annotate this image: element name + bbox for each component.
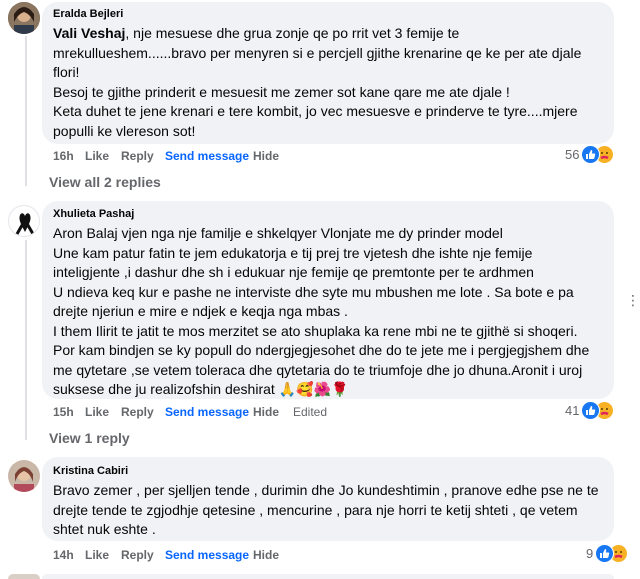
reaction-summary[interactable]: 56	[565, 145, 615, 164]
comment-timestamp[interactable]: 15h	[53, 405, 74, 419]
like-icon	[595, 544, 615, 563]
reaction-summary[interactable]: 9	[586, 544, 629, 563]
hide-button[interactable]: Hide	[253, 149, 279, 163]
reaction-count: 41	[565, 403, 580, 418]
comment-author[interactable]: Kristina Cabiri	[53, 465, 128, 477]
comment-timestamp[interactable]: 14h	[53, 548, 74, 562]
view-replies-link[interactable]: View all 2 replies	[49, 174, 161, 190]
comment-text: Aron Balaj vjen nga nje familje e shkelq…	[53, 225, 590, 397]
avatar[interactable]	[8, 2, 40, 34]
view-replies-link[interactable]: View 1 reply	[49, 430, 130, 446]
edited-label: Edited	[293, 405, 328, 419]
mention-link[interactable]: Vali Veshaj	[53, 25, 125, 41]
like-button[interactable]: Like	[85, 548, 109, 562]
send-message-button[interactable]: Send message	[165, 149, 249, 163]
comment-timestamp[interactable]: 16h	[53, 149, 74, 163]
reply-button[interactable]: Reply	[121, 405, 154, 419]
avatar[interactable]	[8, 205, 40, 237]
like-icon	[581, 145, 601, 164]
avatar[interactable]	[8, 574, 40, 579]
comment-actions: 16h Like Reply Send message Hide	[53, 149, 353, 165]
comment-actions: 15h Like Reply Send message Hide Edited	[53, 405, 373, 421]
comment-text: Bravo zemer , per sjelljen tende , durim…	[53, 482, 599, 537]
reaction-count: 56	[565, 147, 580, 162]
comment-author[interactable]: Xhulieta Pashaj	[53, 208, 134, 220]
ellipsis-icon[interactable]: ⋮	[626, 292, 640, 309]
like-icon	[581, 401, 601, 420]
hide-button[interactable]: Hide	[253, 405, 279, 419]
send-message-button[interactable]: Send message	[165, 405, 249, 419]
send-message-button[interactable]: Send message	[165, 548, 249, 562]
comment-text: Vali Veshaj, nje mesuese dhe grua zonje …	[53, 25, 582, 139]
comment-author[interactable]: Eralda Bejleri	[53, 8, 123, 20]
comment-bubble	[42, 574, 614, 579]
like-button[interactable]: Like	[85, 149, 109, 163]
thread-line	[25, 240, 27, 440]
reply-button[interactable]: Reply	[121, 548, 154, 562]
reaction-summary[interactable]: 41	[565, 401, 615, 420]
comment-actions: 14h Like Reply Send message Hide	[53, 548, 353, 564]
reply-button[interactable]: Reply	[121, 149, 154, 163]
thread-line	[25, 36, 27, 186]
hide-button[interactable]: Hide	[253, 548, 279, 562]
reaction-count: 9	[586, 546, 594, 561]
like-button[interactable]: Like	[85, 405, 109, 419]
avatar[interactable]	[8, 460, 40, 492]
